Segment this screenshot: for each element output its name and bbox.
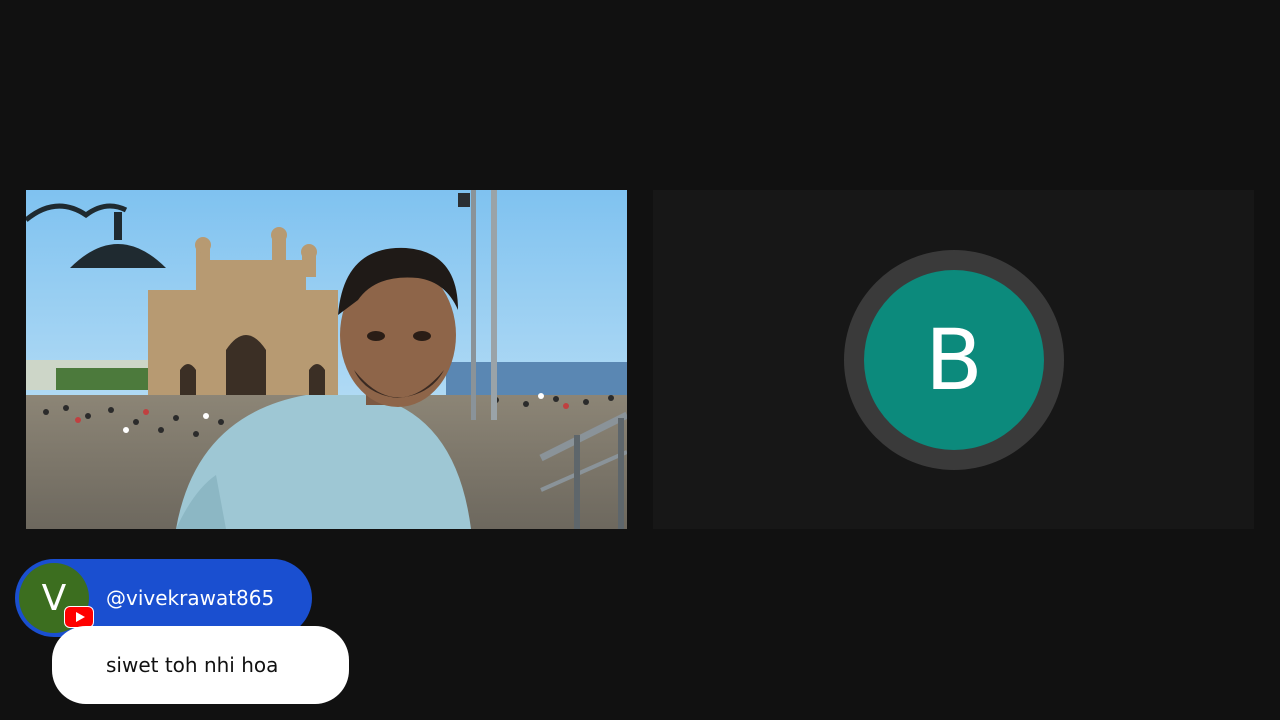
participant-avatar-tile[interactable]: B: [653, 190, 1254, 529]
comment-message-bubble: siwet toh nhi hoa: [52, 626, 349, 704]
participant-initial: B: [925, 311, 983, 409]
commenter-handle: @vivekrawat865: [106, 586, 275, 610]
stream-stage: B V @vivekrawat865 siwet toh nhi hoa: [0, 0, 1280, 720]
participant-avatar: B: [864, 270, 1044, 450]
avatar-ring: B: [844, 250, 1064, 470]
camera-video-frame: [26, 190, 627, 529]
commenter-initial: V: [41, 577, 67, 619]
youtube-icon: [64, 606, 94, 628]
comment-message: siwet toh nhi hoa: [106, 653, 279, 677]
participant-video-tile[interactable]: [26, 190, 627, 529]
